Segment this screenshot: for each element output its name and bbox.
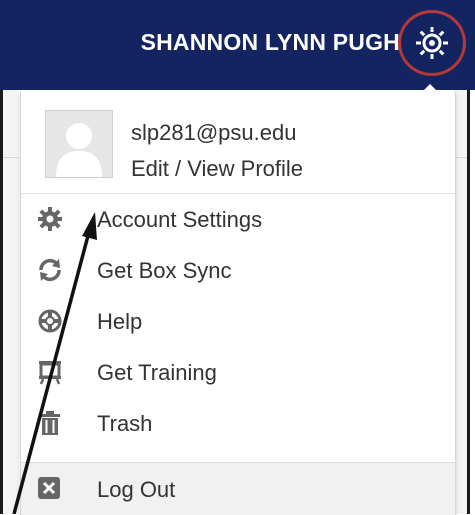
menu-item-label: Get Training [97, 360, 217, 385]
menu-item-label: Help [97, 309, 143, 334]
profile-section[interactable]: slp281@psu.edu Edit / View Profile [21, 92, 455, 192]
trash-icon [37, 410, 63, 436]
menu-item-label: Account Settings [97, 207, 263, 232]
page-background [3, 90, 19, 514]
user-dropdown-menu: slp281@psu.edu Edit / View Profile Accou… [20, 92, 456, 515]
divider [21, 193, 455, 194]
menu-item-get-training[interactable]: Get Training [21, 349, 455, 397]
person-silhouette-icon [56, 123, 102, 177]
gear-icon [37, 206, 63, 232]
menu-item-label: Get Box Sync [97, 258, 232, 283]
menu-item-help[interactable]: Help [21, 298, 455, 346]
edit-profile-link[interactable]: Edit / View Profile [131, 156, 303, 182]
user-email: slp281@psu.edu [131, 120, 297, 145]
menu-item-label: Trash [97, 411, 153, 436]
close-box-icon [37, 476, 61, 500]
lifebuoy-icon [37, 308, 63, 334]
sync-icon [37, 257, 63, 283]
menu-item-get-box-sync[interactable]: Get Box Sync [21, 247, 455, 295]
menu-item-trash[interactable]: Trash [21, 400, 455, 448]
highlight-circle [398, 10, 466, 76]
log-out-button[interactable]: Log Out [21, 462, 455, 515]
log-out-label: Log Out [97, 477, 176, 502]
avatar[interactable] [45, 110, 113, 178]
top-bar: SHANNON LYNN PUGH [0, 0, 475, 90]
menu-item-account-settings[interactable]: Account Settings [21, 196, 455, 244]
presentation-icon [37, 359, 63, 385]
background-divider [3, 157, 19, 158]
user-name[interactable]: SHANNON LYNN PUGH [70, 29, 400, 56]
